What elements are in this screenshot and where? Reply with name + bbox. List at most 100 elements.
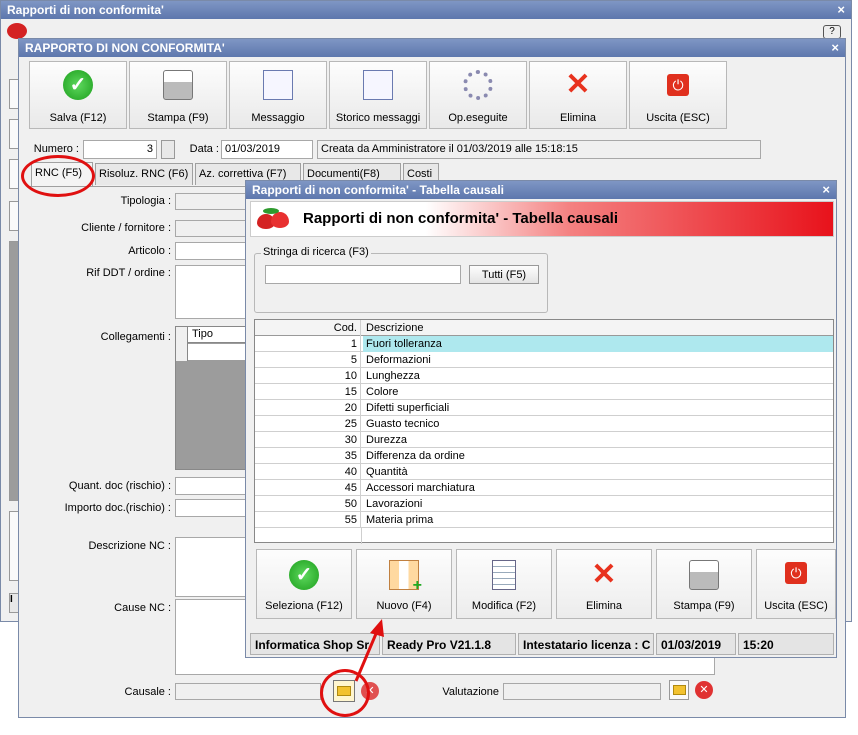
- valutazione-label: Valutazione: [442, 686, 499, 698]
- desc-cell: Lavorazioni: [366, 498, 423, 510]
- background-window-titlebar: Rapporti di non conformita' ×: [1, 1, 851, 19]
- grid-indicator-col: [176, 327, 188, 361]
- tipologia-field[interactable]: [175, 193, 251, 210]
- annotation-circle-rnc-tab: [21, 155, 95, 197]
- exit-button[interactable]: ⏻ Uscita (ESC): [629, 61, 727, 129]
- rif-ddt-field[interactable]: [175, 265, 251, 319]
- desc-cell: Differenza da ordine: [366, 450, 465, 462]
- table-row[interactable]: 1 Fuori tolleranza: [255, 336, 833, 352]
- print-button[interactable]: Stampa (F9): [129, 61, 227, 129]
- numero-field[interactable]: 3: [83, 140, 157, 159]
- numero-label: Numero :: [33, 143, 79, 155]
- seleziona-button[interactable]: ✓ Seleziona (F12): [256, 549, 352, 619]
- created-info: Creata da Amministratore il 01/03/2019 a…: [317, 140, 761, 159]
- cod-cell: 5: [255, 352, 361, 368]
- table-row[interactable]: 50 Lavorazioni: [255, 496, 833, 512]
- seleziona-label: Seleziona (F12): [265, 600, 343, 612]
- elimina-label: Elimina: [585, 600, 623, 612]
- message-history-button[interactable]: Storico messaggi: [329, 61, 427, 129]
- search-input[interactable]: [265, 265, 461, 284]
- delete-label: Elimina: [559, 112, 597, 124]
- print-label: Stampa (F9): [147, 112, 209, 124]
- desc-cell: Fuori tolleranza: [363, 336, 833, 352]
- red-x-icon: ✕: [591, 558, 617, 591]
- descrizione-field[interactable]: [175, 537, 251, 597]
- tab-risoluz[interactable]: Risoluz. RNC (F6): [95, 163, 193, 185]
- articolo-field[interactable]: [175, 242, 251, 260]
- stampa-label: Stampa (F9): [673, 600, 735, 612]
- articolo-label: Articolo :: [128, 245, 171, 257]
- nuovo-button[interactable]: + Nuovo (F4): [356, 549, 452, 619]
- elimina-button[interactable]: ✕ Elimina: [556, 549, 652, 619]
- causali-grid[interactable]: Cod. Descrizione 1 Fuori tolleranza 5 De…: [254, 319, 834, 544]
- table-row[interactable]: 25 Guasto tecnico: [255, 416, 833, 432]
- cod-cell: 15: [255, 384, 361, 400]
- table-row[interactable]: 35 Differenza da ordine: [255, 448, 833, 464]
- valutazione-browse-button[interactable]: [669, 680, 689, 700]
- check-icon: ✓: [63, 70, 93, 100]
- status-license: Intestatario licenza : C: [518, 633, 654, 655]
- save-button[interactable]: ✓ Salva (F12): [29, 61, 127, 129]
- document-edit-icon: [492, 560, 516, 590]
- toolbar: ✓ Salva (F12) Stampa (F9) Messaggio Stor…: [29, 61, 729, 131]
- desc-cell: Colore: [366, 386, 399, 398]
- causale-field[interactable]: [175, 683, 321, 700]
- table-row[interactable]: 45 Accessori marchiatura: [255, 480, 833, 496]
- dialog-header-banner: Rapporti di non conformita' - Tabella ca…: [250, 201, 834, 237]
- dialog-title: Rapporti di non conformita' - Tabella ca…: [252, 183, 504, 197]
- close-icon[interactable]: ×: [822, 182, 830, 197]
- desc-cell: Durezza: [366, 434, 407, 446]
- cod-column-header: Cod.: [255, 320, 361, 336]
- cod-cell: 25: [255, 416, 361, 432]
- valutazione-clear-button[interactable]: ✕: [695, 681, 713, 699]
- tipo-column-header: Tipo: [192, 328, 213, 340]
- collegamenti-label: Collegamenti :: [100, 331, 171, 343]
- grid-empty-area: [255, 528, 833, 544]
- data-field[interactable]: 01/03/2019: [221, 140, 313, 159]
- close-icon[interactable]: ×: [831, 40, 839, 55]
- collegamenti-grid[interactable]: Tipo: [175, 326, 251, 470]
- dialog-button-bar: ✓ Seleziona (F12) + Nuovo (F4) Modifica …: [256, 549, 836, 621]
- desc-cell: Lunghezza: [366, 370, 420, 382]
- message-button[interactable]: Messaggio: [229, 61, 327, 129]
- gears-icon: [463, 70, 493, 100]
- importo-field[interactable]: [175, 499, 251, 517]
- search-legend: Stringa di ricerca (F3): [261, 246, 371, 258]
- table-row[interactable]: 5 Deformazioni: [255, 352, 833, 368]
- close-icon[interactable]: ×: [837, 2, 845, 17]
- uscita-button[interactable]: ⏻ Uscita (ESC): [756, 549, 836, 619]
- stampa-button[interactable]: Stampa (F9): [656, 549, 752, 619]
- quant-field[interactable]: [175, 477, 251, 495]
- save-label: Salva (F12): [49, 112, 107, 124]
- operations-button[interactable]: Op.eseguite: [429, 61, 527, 129]
- grid-header-row: Cod. Descrizione: [255, 320, 833, 336]
- data-label: Data :: [189, 143, 219, 155]
- cliente-field[interactable]: [175, 220, 251, 237]
- power-icon: ⏻: [785, 562, 807, 584]
- folder-icon: [673, 685, 686, 695]
- help-icon[interactable]: ?: [823, 25, 841, 39]
- table-row[interactable]: 10 Lunghezza: [255, 368, 833, 384]
- table-row[interactable]: 55 Materia prima: [255, 512, 833, 528]
- created-info-text: Creata da Amministratore il 01/03/2019 a…: [321, 143, 578, 155]
- table-row[interactable]: 30 Durezza: [255, 432, 833, 448]
- status-date: 01/03/2019: [656, 633, 736, 655]
- tutti-button[interactable]: Tutti (F5): [469, 265, 539, 284]
- cod-cell: 50: [255, 496, 361, 512]
- tutti-button-label: Tutti (F5): [481, 269, 527, 281]
- delete-button[interactable]: ✕ Elimina: [529, 61, 627, 129]
- nuovo-label: Nuovo (F4): [376, 600, 432, 612]
- grid-add-icon: +: [389, 560, 422, 594]
- collegamenti-grid-header: Tipo: [176, 327, 250, 361]
- rif-ddt-label: Rif DDT / ordine :: [86, 267, 171, 279]
- cod-cell: 40: [255, 464, 361, 480]
- envelope-search-icon: [363, 70, 393, 100]
- valutazione-field[interactable]: [503, 683, 661, 700]
- numero-lookup-button[interactable]: [161, 140, 175, 159]
- table-row[interactable]: 40 Quantità: [255, 464, 833, 480]
- search-groupbox: Stringa di ricerca (F3) Tutti (F5): [254, 246, 548, 313]
- strawberry-icon: [7, 23, 27, 39]
- table-row[interactable]: 20 Difetti superficiali: [255, 400, 833, 416]
- table-row[interactable]: 15 Colore: [255, 384, 833, 400]
- modifica-button[interactable]: Modifica (F2): [456, 549, 552, 619]
